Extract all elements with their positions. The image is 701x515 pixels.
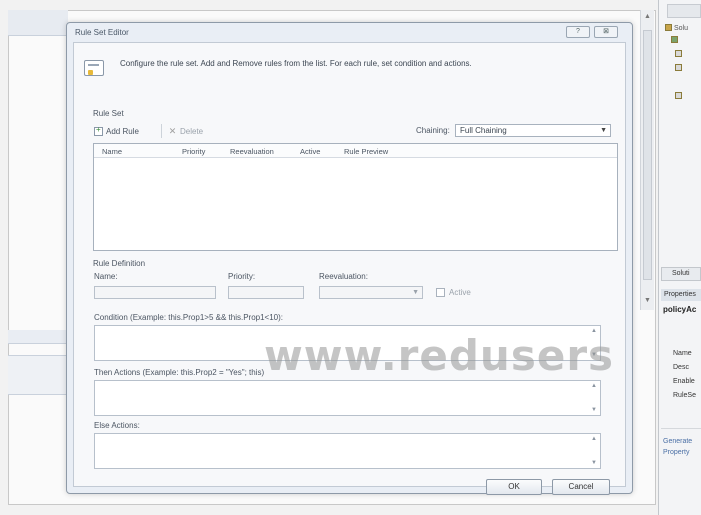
solution-explorer-panel: Solu Soluti Properties policyAc Name Des…: [658, 0, 701, 515]
tree-item[interactable]: Solu: [665, 24, 701, 35]
active-checkbox[interactable]: [436, 288, 445, 297]
cancel-button[interactable]: Cancel: [552, 479, 610, 495]
expand-icon: [675, 64, 682, 71]
dialog-instructions: Configure the rule set. Add and Remove r…: [120, 59, 472, 68]
editor-tab-strip: [8, 10, 68, 36]
tree-item[interactable]: [675, 64, 701, 75]
generate-link[interactable]: Generate: [663, 438, 692, 445]
rule-set-icon: [84, 60, 104, 76]
chaining-label: Chaining:: [416, 126, 450, 135]
add-rule-button[interactable]: Add Rule: [94, 125, 139, 137]
property-row[interactable]: Enable: [673, 378, 695, 389]
column-header-reevaluation[interactable]: Reevaluation: [230, 147, 274, 156]
solution-icon: [665, 24, 672, 31]
editor-divider: [8, 330, 68, 344]
active-label: Active: [449, 288, 471, 297]
toolbar-separator: [161, 124, 162, 138]
dropdown-arrow-icon: ▼: [412, 289, 419, 296]
scrollbar-thumb[interactable]: [643, 30, 652, 280]
reevaluation-label: Reevaluation:: [319, 272, 368, 281]
column-header-priority[interactable]: Priority: [182, 147, 205, 156]
scroll-down-icon[interactable]: ▼: [591, 407, 597, 413]
watermark: www.redusers: [264, 331, 615, 380]
rule-set-section-label: Rule Set: [93, 109, 124, 118]
then-actions-label: Then Actions (Example: this.Prop2 = "Yes…: [94, 368, 265, 377]
chaining-value: Full Chaining: [460, 126, 507, 135]
delete-icon: ✕: [168, 125, 177, 136]
editor-vertical-scrollbar[interactable]: ▲ ▼: [640, 10, 654, 310]
solution-explorer-tab[interactable]: Soluti: [661, 267, 701, 281]
rule-definition-section-label: Rule Definition: [93, 259, 146, 268]
else-actions-label: Else Actions:: [94, 421, 140, 430]
ok-button[interactable]: OK: [486, 479, 542, 495]
project-icon: [671, 36, 678, 43]
editor-panel-band: [8, 355, 68, 395]
scroll-up-icon[interactable]: ▲: [643, 12, 652, 21]
rules-grid[interactable]: Name Priority Reevaluation Active Rule P…: [93, 143, 618, 251]
scroll-up-icon[interactable]: ▲: [591, 383, 597, 389]
dialog-titlebar[interactable]: Rule Set Editor ? ⊠: [67, 23, 632, 41]
name-input[interactable]: [94, 286, 216, 299]
property-link[interactable]: Property: [663, 449, 689, 456]
property-row[interactable]: Name: [673, 350, 692, 361]
delete-label: Delete: [180, 126, 204, 136]
reevaluation-select[interactable]: ▼: [319, 286, 423, 299]
property-row[interactable]: RuleSe: [673, 392, 696, 403]
scroll-down-icon[interactable]: ▼: [591, 460, 597, 466]
solution-toolbar[interactable]: [667, 4, 701, 18]
dialog-title: Rule Set Editor: [75, 28, 129, 37]
property-row[interactable]: Desc: [673, 364, 689, 375]
help-button[interactable]: ?: [566, 26, 590, 38]
tree-item[interactable]: [671, 36, 701, 47]
priority-label: Priority:: [228, 272, 256, 281]
properties-description: [661, 428, 701, 468]
condition-label: Condition (Example: this.Prop1>5 && this…: [94, 313, 283, 322]
expand-icon: [675, 92, 682, 99]
dialog-client-area: Configure the rule set. Add and Remove r…: [73, 42, 626, 495]
expand-icon: [675, 50, 682, 57]
dropdown-arrow-icon: ▼: [600, 127, 607, 134]
add-rule-icon: [94, 125, 103, 136]
else-actions-textarea[interactable]: ▲ ▼: [94, 433, 601, 469]
delete-button[interactable]: ✕ Delete: [168, 125, 203, 137]
then-actions-textarea[interactable]: ▲ ▼: [94, 380, 601, 416]
properties-object-name: policyAc: [663, 305, 697, 314]
close-button[interactable]: ⊠: [594, 26, 618, 38]
rules-grid-header: Name Priority Reevaluation Active Rule P…: [94, 144, 617, 158]
add-rule-label: Add Rule: [106, 126, 139, 136]
tree-item[interactable]: [675, 50, 701, 61]
priority-input[interactable]: [228, 286, 304, 299]
column-header-active[interactable]: Active: [300, 147, 320, 156]
column-header-name[interactable]: Name: [102, 147, 122, 156]
name-label: Name:: [94, 272, 118, 281]
rule-set-editor-dialog: Rule Set Editor ? ⊠ Configure the rule s…: [66, 22, 633, 495]
column-header-rule-preview[interactable]: Rule Preview: [344, 147, 388, 156]
tree-item[interactable]: [675, 92, 701, 103]
properties-header: Properties: [661, 289, 701, 301]
scroll-down-icon[interactable]: ▼: [643, 296, 652, 305]
chaining-select[interactable]: Full Chaining ▼: [455, 124, 611, 137]
scroll-up-icon[interactable]: ▲: [591, 436, 597, 442]
